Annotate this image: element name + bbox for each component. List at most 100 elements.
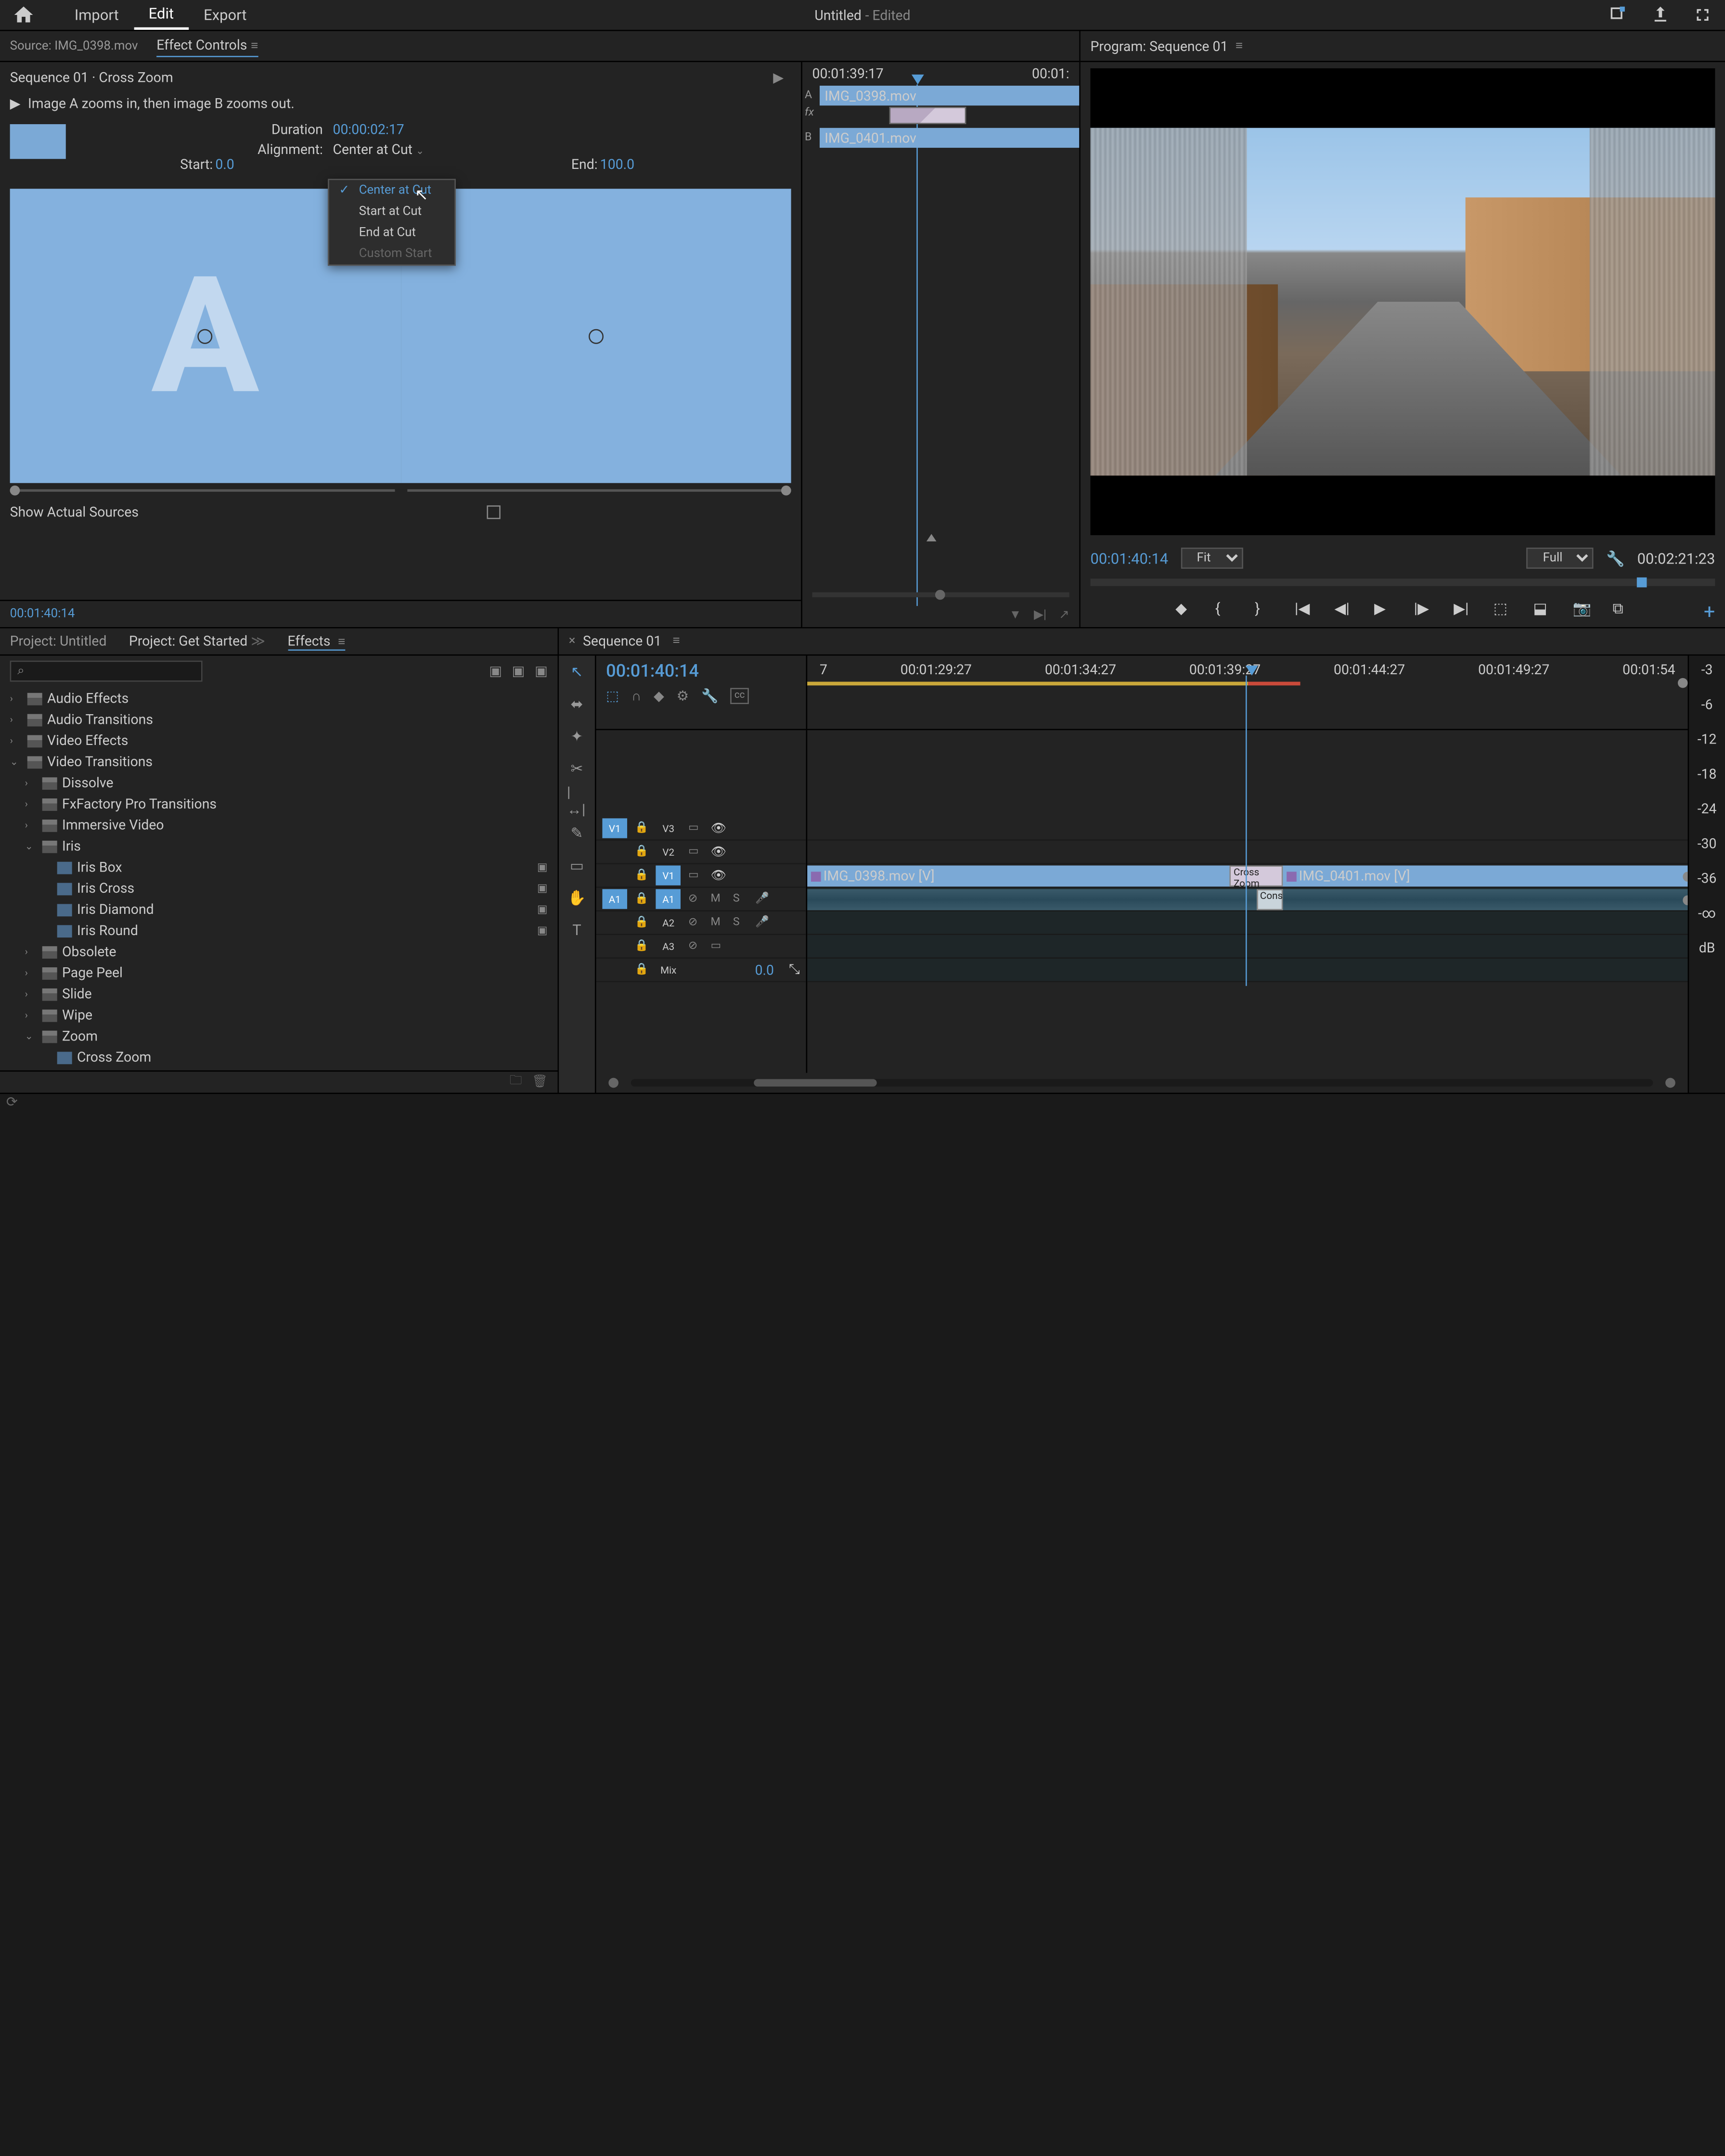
timeline-seq-title[interactable]: Sequence 01 xyxy=(583,633,661,650)
mini-playhead-icon[interactable] xyxy=(912,75,924,85)
panel-menu-icon[interactable]: ≡ xyxy=(338,635,345,649)
mute-icon[interactable]: ⊘ xyxy=(688,893,703,905)
track-header-v3[interactable]: V1 🔒 V3 ▭ 👁 xyxy=(596,817,806,841)
eye-icon[interactable]: 👁 xyxy=(710,845,726,859)
lift-icon[interactable]: ⬚ xyxy=(1493,600,1511,617)
wrench-icon[interactable]: 🔧 xyxy=(701,688,718,704)
slip-tool-icon[interactable]: |↔| xyxy=(567,791,587,811)
play-icon[interactable]: ▶ xyxy=(1374,600,1391,617)
track-header-a2[interactable]: 🔒 A2 ⊘ M S 🎤 xyxy=(596,911,806,935)
step-forward-icon[interactable]: |▶ xyxy=(1414,600,1431,617)
delete-icon[interactable]: 🗑 xyxy=(532,1076,548,1089)
home-icon[interactable] xyxy=(13,4,35,26)
clip-a1-b[interactable] xyxy=(1283,889,1687,910)
tab-edit[interactable]: Edit xyxy=(134,0,189,30)
tree-item[interactable]: Iris Cross▣ xyxy=(0,878,558,899)
solo-button[interactable]: S xyxy=(733,893,748,905)
add-marker-icon[interactable]: ◆ xyxy=(1175,600,1193,617)
step-back-icon[interactable]: ◀| xyxy=(1335,600,1352,617)
close-tab-icon[interactable]: × xyxy=(569,635,576,648)
track-header-mix[interactable]: 🔒 Mix 0.0 ⤡ xyxy=(596,959,806,982)
mini-clip-a[interactable]: AIMG_0398.mov xyxy=(820,86,1079,105)
lock-icon[interactable]: 🔒 xyxy=(635,846,649,858)
eye-icon[interactable]: 👁 xyxy=(710,821,726,835)
cloud-sync-icon[interactable]: ⟳ xyxy=(6,1094,19,1106)
panel-menu-icon[interactable]: ≡ xyxy=(673,635,680,648)
mini-clip-b[interactable]: BIMG_0401.mov xyxy=(820,128,1079,148)
lock-icon[interactable]: 🔒 xyxy=(635,916,649,929)
tab-export[interactable]: Export xyxy=(189,1,261,29)
fx-badge-icon[interactable]: ▣ xyxy=(489,663,502,679)
clip-v1-b[interactable]: IMG_0401.mov [V] xyxy=(1283,865,1687,886)
duration-value[interactable]: 00:00:02:17 xyxy=(333,122,404,138)
timeline-timecode[interactable]: 00:01:40:14 xyxy=(606,662,796,681)
new-bin-icon[interactable]: 🗀 xyxy=(510,1072,522,1093)
source-patch[interactable]: V1 xyxy=(602,818,627,838)
export-frame-icon[interactable]: ↗ xyxy=(1059,608,1069,621)
lock-icon[interactable]: 🔒 xyxy=(635,963,649,976)
accelerated-badge-icon[interactable]: ▣ xyxy=(512,663,525,679)
voiceover-icon[interactable]: 🎤 xyxy=(755,916,770,929)
ripple-tool-icon[interactable]: ✦ xyxy=(567,726,587,746)
track-target[interactable]: A3 xyxy=(656,937,681,956)
go-to-out-icon[interactable]: ▶| xyxy=(1454,600,1471,617)
rectangle-tool-icon[interactable]: ▭ xyxy=(567,856,587,875)
track-header-v2[interactable]: 🔒 V2 ▭ 👁 xyxy=(596,841,806,864)
track-header-v1[interactable]: 🔒 V1 ▭ 👁 xyxy=(596,864,806,888)
preview-b[interactable] xyxy=(400,189,791,483)
track-target[interactable]: A1 xyxy=(656,889,681,909)
track-header-a3[interactable]: 🔒 A3 ⊘ ▭ xyxy=(596,935,806,959)
play-transition-icon[interactable]: ▶ xyxy=(773,69,784,86)
add-button-icon[interactable]: + xyxy=(1704,600,1715,623)
track-target[interactable]: V2 xyxy=(656,842,681,861)
step-icon[interactable]: ▶| xyxy=(1034,608,1046,621)
type-tool-icon[interactable]: T xyxy=(567,920,587,940)
extract-icon[interactable]: ⬓ xyxy=(1533,600,1550,617)
clip-v1-a[interactable]: IMG_0398.mov [V] xyxy=(807,865,1230,886)
mini-transition[interactable]: fx xyxy=(820,107,1079,127)
tree-item[interactable]: ›Video Effects xyxy=(0,730,558,751)
tree-item[interactable]: Cross Zoom xyxy=(0,1047,558,1068)
hand-tool-icon[interactable]: ✋ xyxy=(567,888,587,908)
playhead-icon[interactable] xyxy=(1246,666,1258,676)
program-viewer[interactable] xyxy=(1090,68,1715,535)
timeline-ruler[interactable]: 700:01:29:2700:01:34:2700:01:39:2700:01:… xyxy=(807,655,1687,729)
tree-item[interactable]: ›Slide xyxy=(0,984,558,1005)
mute-button[interactable]: M xyxy=(710,916,725,929)
audio-transition-clip[interactable]: Const xyxy=(1256,889,1283,910)
eye-icon[interactable]: 👁 xyxy=(710,869,726,882)
dropdown-option-start[interactable]: Start at Cut xyxy=(329,201,454,222)
sync-lock-icon[interactable]: ▭ xyxy=(688,846,703,858)
mini-scroll[interactable] xyxy=(802,587,1079,602)
panel-menu-icon[interactable]: ≡ xyxy=(1236,39,1243,52)
sync-lock-icon[interactable]: ▭ xyxy=(688,869,703,882)
dropdown-option-end[interactable]: End at Cut xyxy=(329,222,454,244)
tree-item[interactable]: Iris Round▣ xyxy=(0,920,558,941)
pen-tool-icon[interactable]: ✎ xyxy=(567,823,587,843)
tree-item[interactable]: ›Audio Effects xyxy=(0,688,558,709)
comparison-icon[interactable]: ⧉ xyxy=(1612,600,1630,617)
tree-item[interactable]: Iris Diamond▣ xyxy=(0,899,558,920)
work-area-end-icon[interactable] xyxy=(1678,678,1688,688)
track-target[interactable]: V1 xyxy=(656,865,681,885)
quick-export-icon[interactable] xyxy=(1608,5,1628,25)
program-mini-timeline[interactable] xyxy=(1090,578,1715,586)
tab-project-getstarted[interactable]: Project: Get Started ≫ xyxy=(129,633,265,650)
go-to-in-icon[interactable]: |◀ xyxy=(1295,600,1312,617)
tree-item[interactable]: ⌄Video Transitions xyxy=(0,751,558,772)
panel-menu-icon[interactable]: ≡ xyxy=(251,40,258,53)
tree-item[interactable]: ›Immersive Video xyxy=(0,815,558,836)
end-slider[interactable] xyxy=(407,489,791,492)
tree-item[interactable]: ›Page Peel xyxy=(0,962,558,984)
tab-import[interactable]: Import xyxy=(60,1,134,29)
lock-icon[interactable]: 🔒 xyxy=(635,869,649,882)
start-value[interactable]: 0.0 xyxy=(215,156,234,173)
end-value[interactable]: 100.0 xyxy=(600,156,634,173)
resolution-select[interactable]: Full xyxy=(1527,548,1594,569)
effects-search-input[interactable] xyxy=(10,660,203,681)
snap-icon[interactable]: ⬚ xyxy=(606,688,619,704)
tab-effect-controls[interactable]: Effect Controls≡ xyxy=(156,35,258,57)
timeline-tracks[interactable]: IMG_0398.mov [V] Cross Zoom IMG_0401.mov… xyxy=(807,730,1687,1073)
solo-button[interactable]: S xyxy=(733,916,748,929)
mix-value[interactable]: 0.0 xyxy=(755,962,774,978)
